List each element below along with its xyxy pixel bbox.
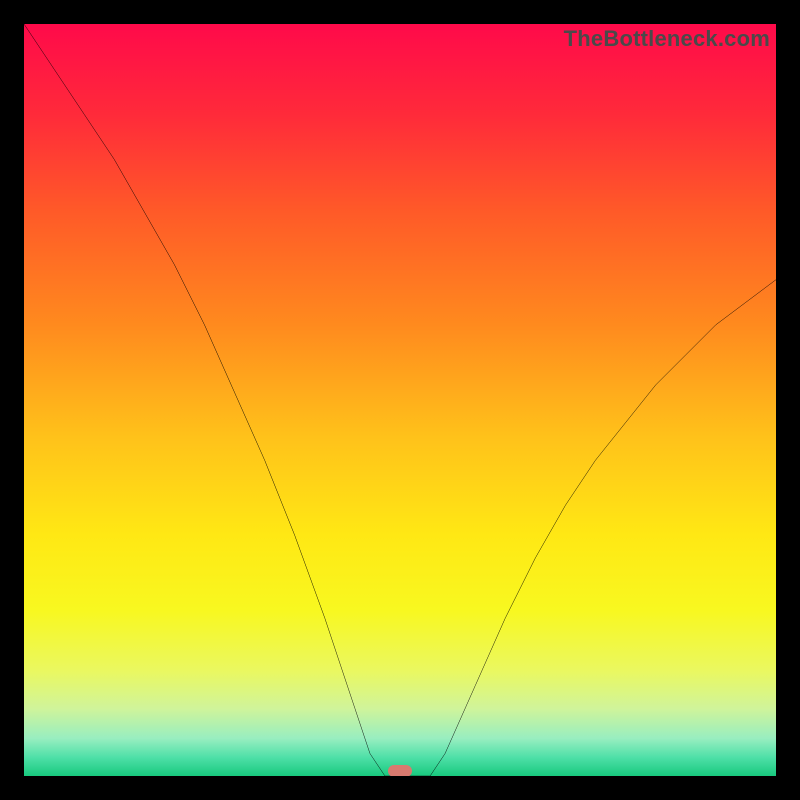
chart-stage: TheBottleneck.com — [0, 0, 800, 800]
plot-area: TheBottleneck.com — [24, 24, 776, 776]
watermark-text: TheBottleneck.com — [564, 26, 770, 52]
optimal-marker — [388, 765, 412, 776]
bottleneck-curve — [24, 24, 776, 776]
